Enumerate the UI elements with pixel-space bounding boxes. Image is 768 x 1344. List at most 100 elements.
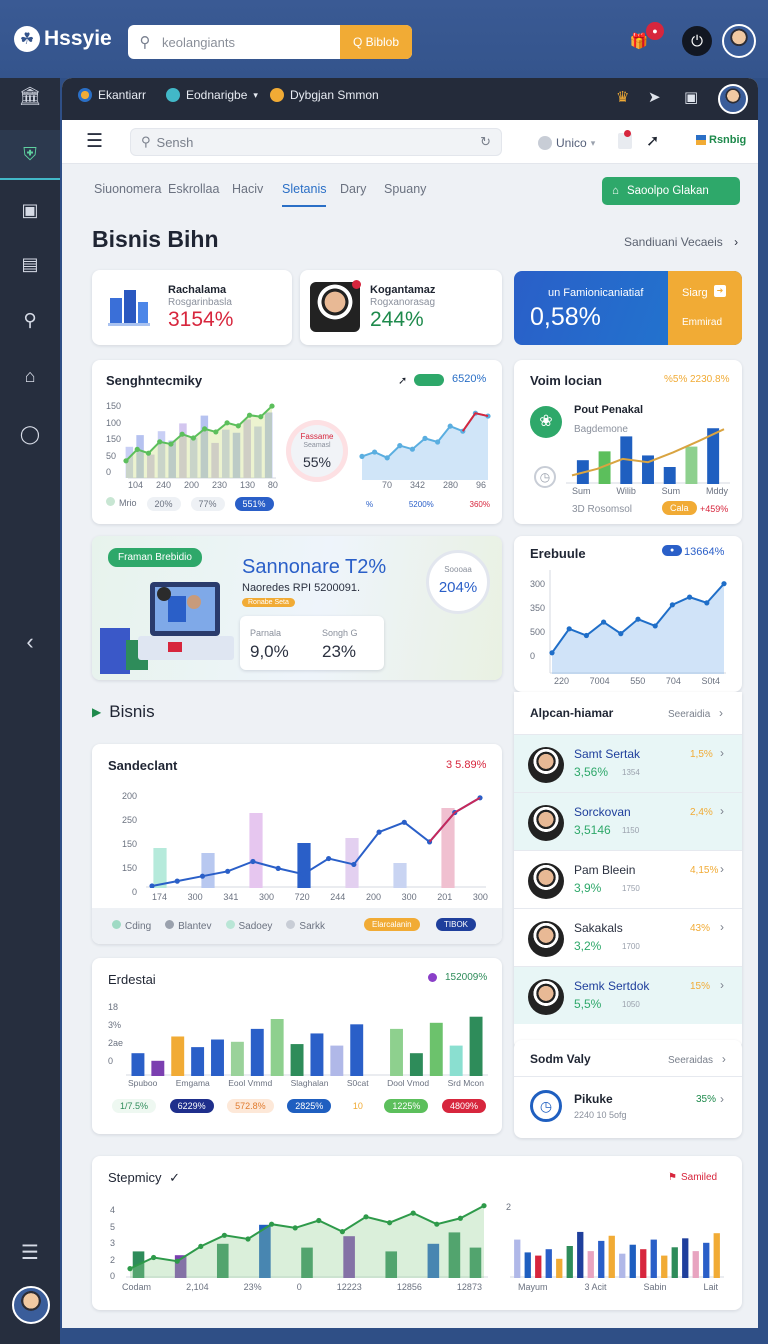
tab-3-icon (270, 88, 284, 102)
tab-1[interactable]: Siuonomera (94, 182, 161, 196)
toolbar-search-input[interactable]: Sensh (157, 135, 475, 150)
person-meta: 1750 (622, 884, 640, 893)
global-search-input[interactable]: keolangiants (162, 35, 340, 50)
global-search-button[interactable]: Q Biblob (340, 25, 412, 59)
pin-icon[interactable]: ➚ (646, 131, 659, 151)
stepmicy-x-axis: Codam 2,104 23% 0 12223 12856 12873 (122, 1282, 482, 1292)
erd-pill-3[interactable]: 2825% (287, 1099, 332, 1113)
seg-y-4: 0 (106, 467, 112, 477)
erebuule-card-title: Erebuule (530, 546, 586, 561)
seg-rx-0: 70 (382, 480, 393, 490)
sand-legend-2: Blantev (165, 920, 212, 932)
chat-icon[interactable]: ◯ (10, 414, 50, 454)
user-menu[interactable]: Unico ▾ (538, 136, 595, 150)
kpi-card-1[interactable]: Rachalama Rosgarinbasla 3154% (92, 270, 292, 345)
sand-bar (249, 813, 263, 888)
notification-icon[interactable]: ● (646, 22, 664, 40)
sodm-link[interactable]: Seeraidas › (668, 1052, 726, 1066)
ere-x-2: 550 (630, 676, 646, 686)
volume-badge-1: %5% (664, 374, 688, 385)
app-logo-text: Hssyie (44, 27, 112, 50)
steu-right-bar (692, 1251, 699, 1278)
power-icon[interactable]: ⏻ (682, 26, 712, 56)
sandeclant-legend-badge-1[interactable]: Elarcalanin (364, 918, 420, 931)
paper-plane-icon[interactable]: ➤ (648, 88, 661, 106)
hamburger-icon[interactable]: ☰ (86, 130, 103, 153)
menu-icon[interactable]: ☰ (10, 1232, 50, 1272)
timer-icon[interactable]: ◷ (534, 466, 556, 488)
window-tab-3[interactable]: Dybgjan Smmon (270, 88, 379, 102)
window-tab-3-label: Dybgjan Smmon (290, 88, 379, 102)
promo-kpi-card[interactable]: un Famionicaniatiaf 0,58% Siarg ➜ Emmira… (514, 271, 742, 345)
erd-pill-0[interactable]: 1/7.5% (112, 1099, 157, 1113)
stepmicy-right-x-axis: Mayum 3 Acit Sabin Lait (518, 1282, 718, 1292)
segment-card-title: Senghntecmiky (106, 373, 203, 388)
steu-rx-3: Lait (703, 1282, 718, 1292)
sand-bar (153, 848, 167, 888)
list-item[interactable]: Sakakals 3,2% 1700 43% › (514, 908, 742, 966)
erd-pill-4[interactable]: 10 (345, 1099, 371, 1113)
erd-x-3: Slaghalan (290, 1078, 329, 1088)
user-avatar[interactable] (722, 24, 756, 58)
kpi-card-2[interactable]: Kogantamaz Rogxanorasag 244% (300, 270, 502, 345)
list-item[interactable]: Pam Bleein 3,9% 1750 4,15% › (514, 850, 742, 908)
app-logo[interactable]: ☘ Hssyie (14, 26, 112, 52)
erd-pill-2[interactable]: 572.8% (227, 1099, 274, 1113)
building-icon[interactable]: ⌂ (10, 356, 50, 396)
steu-right-bar (514, 1239, 521, 1278)
tab-6[interactable]: Spuany (384, 182, 426, 196)
sidebar-avatar[interactable] (12, 1286, 50, 1324)
volume-footer: 3D Rosomsol (572, 504, 633, 515)
segment-ring-sub: Seamasl (303, 442, 331, 449)
toggle-switch[interactable] (414, 374, 444, 386)
pin-small-icon[interactable]: ➚ (398, 374, 407, 387)
people-list-link[interactable]: Seeraidia › (668, 706, 723, 720)
tab-2[interactable]: Eskrollaa (168, 182, 219, 196)
window-user-avatar[interactable] (718, 84, 748, 114)
erd-pill-1[interactable]: 6229% (169, 1099, 214, 1113)
promo-banner[interactable]: Framan Brebidio Sannonare T2% Naoredes R… (92, 536, 502, 680)
trophy-icon[interactable]: ♛ (616, 88, 629, 106)
global-search[interactable]: ⚲ keolangiants Q Biblob (128, 25, 412, 59)
home-shield-icon[interactable]: ⛨ (10, 134, 50, 174)
sandeclant-legend-badge-2[interactable]: TIBOK (436, 918, 477, 931)
page-link[interactable]: Sandiuani Vecaeis › (624, 235, 738, 249)
window-tab-1[interactable]: Ekantiarr (78, 88, 146, 102)
refresh-icon[interactable]: ↻ (480, 134, 491, 150)
brand-label[interactable]: Rsnbig (696, 134, 746, 146)
inbox-icon[interactable]: ▣ (10, 190, 50, 230)
tab-3[interactable]: Haciv (232, 182, 263, 196)
steu-right-bar (566, 1246, 573, 1278)
tab-active[interactable]: Sletanis (282, 182, 327, 207)
erdestai-title: Erdestai (108, 972, 156, 987)
sand-legend-1-label: Cding (125, 921, 152, 932)
person-change: 43% (690, 923, 711, 934)
brand-label-text: Rsnbig (709, 134, 747, 146)
search-sidebar-icon[interactable]: ⚲ (10, 300, 50, 340)
primary-action-button[interactable]: ⌂ Saoolpo Glakan (602, 177, 740, 205)
sand-x-3: 300 (258, 892, 274, 902)
seg-rx-2: 280 (442, 480, 459, 490)
erd-bar (250, 1028, 264, 1076)
window-tab-2[interactable]: Eodnarigbe ▾ (166, 88, 258, 102)
seg-line-point (157, 439, 163, 445)
tab-5[interactable]: Dary (340, 182, 366, 196)
person-name: Semk Sertdok (574, 979, 650, 993)
erd-bar (270, 1019, 284, 1076)
brand-badge-icon[interactable]: 🏛 (10, 76, 50, 116)
window-icon[interactable]: ▣ (684, 88, 698, 106)
list-item[interactable]: Semk Sertdok 5,5% 1050 15% › (514, 966, 742, 1024)
erd-pill-5[interactable]: 1225% (384, 1099, 429, 1113)
list-item[interactable]: Sorckovan 3,5146 1150 2,4% › (514, 792, 742, 850)
erd-y-0: 18 (108, 1002, 119, 1012)
erd-bar (409, 1053, 423, 1076)
collapse-chevron-icon[interactable]: ‹ (10, 622, 50, 662)
promo-kpi-side (668, 271, 742, 345)
toolbar-search[interactable]: ⚲ Sensh ↻ (130, 128, 502, 156)
sodm-item-chevron-icon[interactable]: › (720, 1092, 724, 1106)
erd-pill-6[interactable]: 4809% (441, 1099, 486, 1113)
steu-line-area (130, 1205, 484, 1278)
erd-bar (191, 1047, 205, 1076)
calendar-icon[interactable]: ▤ (10, 244, 50, 284)
list-item[interactable]: Samt Sertak 3,56% 1354 1,5% › (514, 734, 742, 792)
